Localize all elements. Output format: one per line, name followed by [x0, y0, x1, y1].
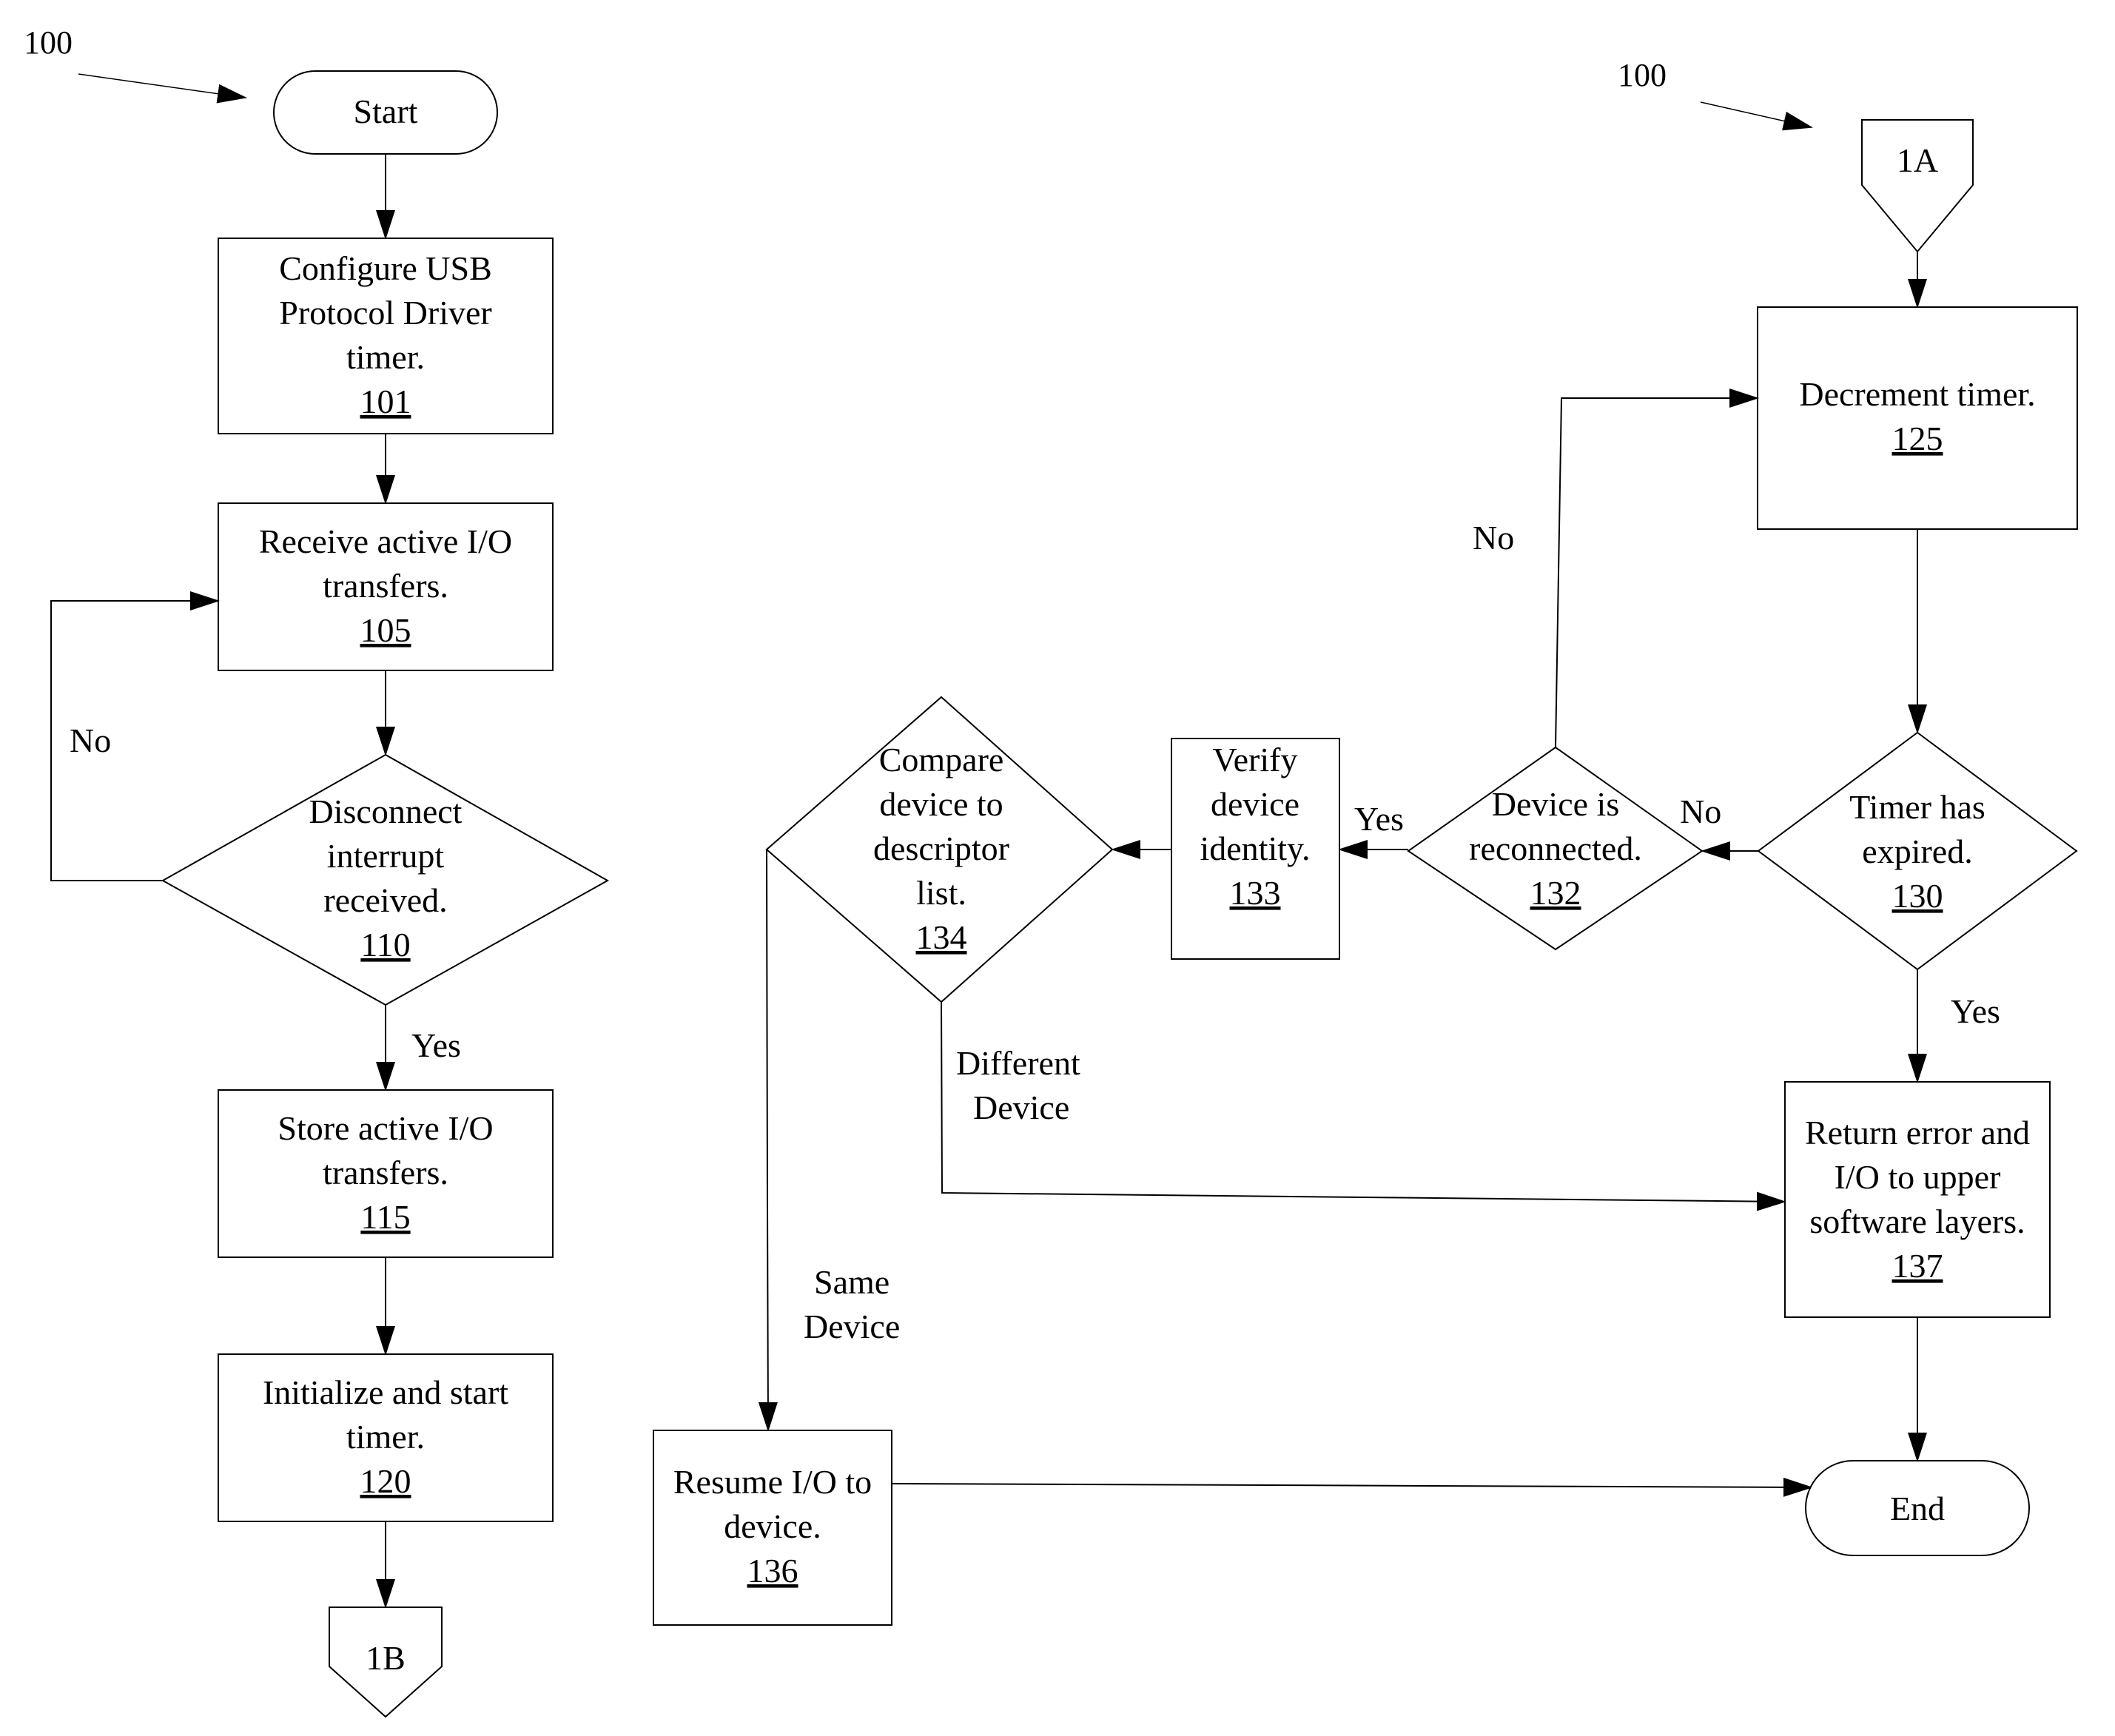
step-125-ref: 125	[1892, 420, 1943, 457]
edge-label-same-1: Same	[814, 1263, 890, 1301]
connector-1A-label: 1A	[1897, 141, 1938, 179]
step-134-line-2: device to	[879, 785, 1003, 823]
step-115-line-1: Store active I/O	[278, 1109, 493, 1147]
step-134-ref: 134	[916, 918, 967, 956]
edge-label-different-1: Different	[956, 1044, 1080, 1082]
step-136-ref: 136	[747, 1552, 798, 1589]
step-110-line-2: interrupt	[327, 837, 445, 875]
step-137-line-3: software layers.	[1809, 1202, 2025, 1240]
step-115-line-2: transfers.	[323, 1154, 448, 1191]
step-133-line-2: device	[1211, 785, 1299, 823]
step-105-line-1: Receive active I/O	[259, 522, 512, 560]
step-132-ref: 132	[1530, 874, 1581, 912]
edge-label-yes-132: Yes	[1354, 800, 1404, 838]
flowchart-diagram: 100 Start Configure USB Protocol Driver …	[24, 24, 2078, 1718]
step-120-line-1: Initialize and start	[263, 1373, 508, 1411]
edge-label-same-2: Device	[804, 1308, 900, 1345]
step-136-line-2: device.	[724, 1507, 821, 1545]
step-130-line-1: Timer has	[1849, 788, 1985, 826]
step-134-line-3: descriptor	[873, 830, 1009, 867]
step-101-line-2: Protocol Driver	[279, 294, 491, 332]
step-132-line-2: reconnected.	[1469, 830, 1642, 867]
figure-reference-left: 100	[24, 24, 73, 61]
step-132-line-1: Device is	[1492, 785, 1619, 823]
step-105-line-2: transfers.	[323, 567, 448, 605]
step-120-line-2: timer.	[346, 1418, 425, 1456]
edge-label-yes-110: Yes	[411, 1026, 461, 1064]
step-110-line-1: Disconnect	[309, 793, 463, 830]
figure-reference-arrow-left	[78, 73, 247, 104]
figure-reference-right: 100	[1618, 57, 1667, 93]
edge-label-no-110: No	[70, 721, 111, 759]
step-130-ref: 130	[1892, 877, 1943, 915]
step-101-line-3: timer.	[346, 338, 425, 376]
step-115-ref: 115	[360, 1198, 410, 1236]
step-134-line-4: list.	[916, 874, 966, 912]
step-120-ref: 120	[360, 1462, 411, 1500]
connector-1B-label: 1B	[366, 1639, 406, 1677]
figure-reference-arrow-right	[1700, 101, 1813, 131]
on-page-connector-1A	[1861, 119, 1974, 253]
step-137-line-1: Return error and	[1805, 1114, 2030, 1151]
step-137-ref: 137	[1892, 1247, 1943, 1285]
step-134-line-1: Compare	[879, 741, 1004, 778]
step-105-ref: 105	[360, 611, 411, 649]
step-137-line-2: I/O to upper	[1835, 1158, 2001, 1196]
edge-label-no-132: No	[1473, 519, 1514, 556]
step-130-line-2: expired.	[1862, 832, 1972, 870]
step-110-ref: 110	[360, 926, 410, 963]
arrow-136-to-end	[891, 1477, 1813, 1497]
step-133-line-3: identity.	[1200, 830, 1310, 867]
step-136-line-1: Resume I/O to	[673, 1463, 872, 1501]
step-101-line-1: Configure USB	[279, 249, 492, 287]
step-133-ref: 133	[1230, 874, 1281, 912]
arrow-134-same-to-136	[758, 849, 778, 1432]
step-110-line-3: received.	[323, 881, 447, 919]
start-label: Start	[354, 92, 418, 130]
step-101-ref: 101	[360, 383, 411, 420]
arrow-132-no-to-125	[1555, 388, 1759, 748]
edge-label-no-130: No	[1680, 793, 1721, 830]
step-125-line-1: Decrement timer.	[1799, 375, 2035, 413]
end-label: End	[1890, 1490, 1945, 1527]
edge-label-yes-130: Yes	[1951, 992, 2000, 1030]
process-box-125	[1757, 306, 2078, 530]
step-133-line-1: Verify	[1213, 741, 1298, 778]
edge-label-different-2: Device	[973, 1089, 1069, 1126]
